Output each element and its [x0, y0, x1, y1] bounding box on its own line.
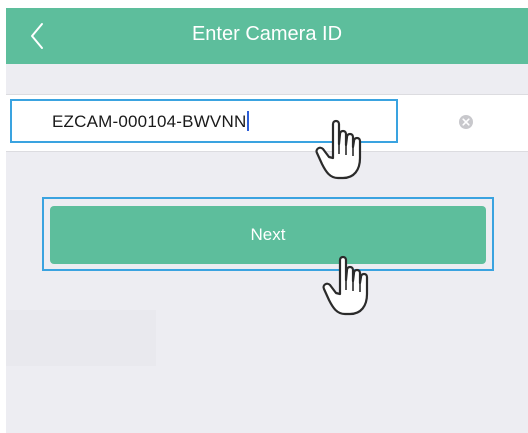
camera-id-row: EZCAM-000104-BWVNN: [6, 94, 528, 152]
next-button[interactable]: Next: [50, 206, 486, 264]
text-caret: [247, 111, 250, 131]
hand-pointer-icon: [315, 119, 362, 180]
chevron-left-icon: [31, 23, 43, 49]
app-screen: Enter Camera ID EZCAM-000104-BWVNN Next: [6, 8, 528, 433]
clear-input-button[interactable]: [458, 114, 474, 130]
camera-id-value: EZCAM-000104-BWVNN: [52, 111, 250, 132]
background-panel: [6, 310, 156, 366]
hand-pointer-icon: [322, 255, 369, 316]
navigation-bar: Enter Camera ID: [6, 8, 528, 64]
back-button[interactable]: [20, 18, 56, 54]
page-title: Enter Camera ID: [191, 23, 343, 45]
clear-circle-icon: [459, 115, 473, 129]
